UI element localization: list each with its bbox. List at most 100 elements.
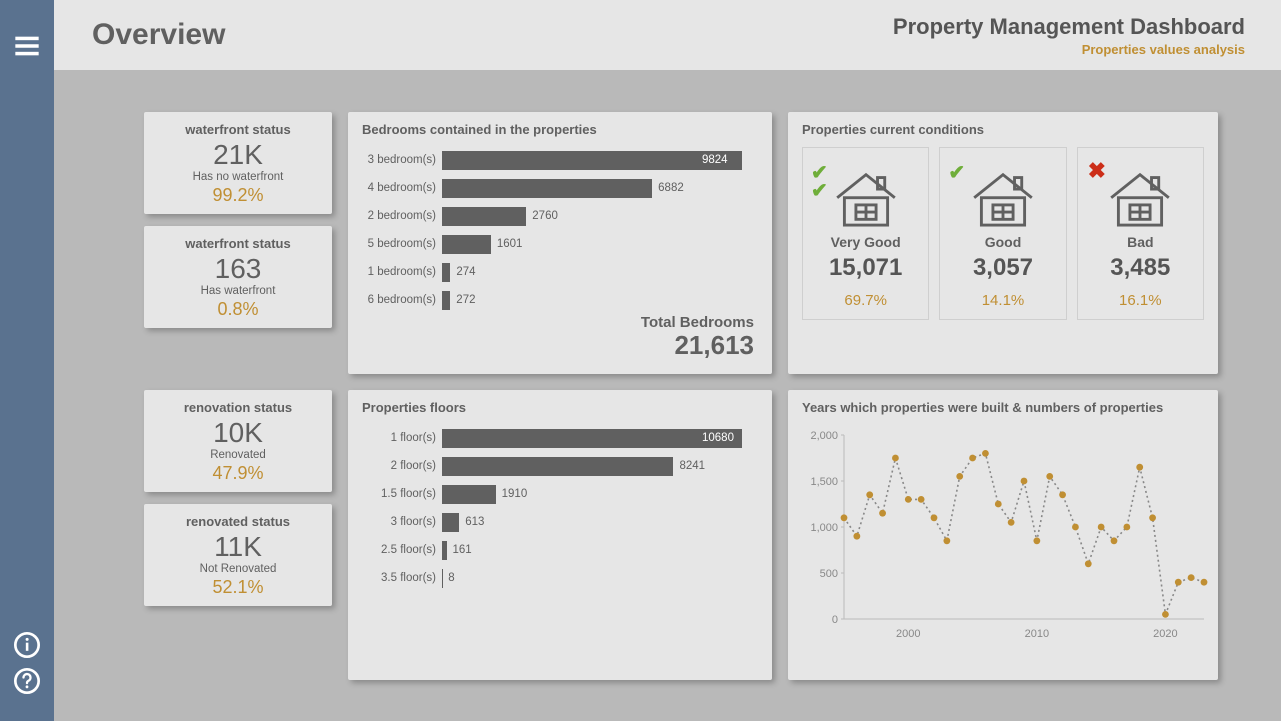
stat-card-waterfront-no: waterfront status 21K Has no waterfront … <box>144 112 332 214</box>
bar-label: 3.5 floor(s) <box>362 572 442 584</box>
bar-fill <box>442 513 459 532</box>
bar-fill <box>442 485 496 504</box>
svg-text:2000: 2000 <box>896 628 920 640</box>
bar-track: 613 <box>442 513 758 532</box>
bar-value: 161 <box>453 541 472 560</box>
bar-label: 1 floor(s) <box>362 432 442 444</box>
bar-track: 272 <box>442 291 758 310</box>
page-title: Overview <box>92 18 225 52</box>
bedrooms-bars: 3 bedroom(s)98244 bedroom(s)68822 bedroo… <box>362 147 758 313</box>
dashboard-subtitle: Properties values analysis <box>893 42 1245 57</box>
bar-track: 6882 <box>442 179 758 198</box>
conditions-card-title: Properties current conditions <box>802 122 1204 137</box>
stat-column-top: waterfront status 21K Has no waterfront … <box>144 112 332 374</box>
check-icon: ✔ <box>811 178 828 203</box>
bar-track: 1601 <box>442 235 758 254</box>
bar-label: 1.5 floor(s) <box>362 488 442 500</box>
bar-value: 6882 <box>658 179 684 198</box>
condition-icon: ✔✔ <box>807 156 924 228</box>
bar-track: 274 <box>442 263 758 282</box>
condition-label: Bad <box>1082 234 1199 250</box>
bar-value: 10680 <box>702 429 734 448</box>
bar-fill <box>442 263 450 282</box>
years-line-chart: 05001,0001,5002,000200020102020 <box>802 425 1204 647</box>
bar-value: 613 <box>465 513 484 532</box>
svg-text:0: 0 <box>832 614 838 626</box>
house-icon <box>830 166 902 228</box>
bar-value: 272 <box>456 291 475 310</box>
bar-row: 3 floor(s) 613 <box>362 509 758 535</box>
bedrooms-card-title: Bedrooms contained in the properties <box>362 122 758 137</box>
sidebar <box>0 0 54 721</box>
svg-text:2010: 2010 <box>1025 628 1049 640</box>
bedrooms-total: Total Bedrooms 21,613 <box>641 314 754 360</box>
bar-label: 2 bedroom(s) <box>362 210 442 222</box>
bar-track: 1910 <box>442 485 758 504</box>
stat-card-renovated: renovation status 10K Renovated 47.9% <box>144 390 332 492</box>
bar-value: 1601 <box>497 235 523 254</box>
bar-row: 1 floor(s) 10680 <box>362 425 758 451</box>
svg-text:2,000: 2,000 <box>810 430 838 442</box>
content: waterfront status 21K Has no waterfront … <box>54 76 1281 721</box>
bar-value: 9824 <box>702 151 728 170</box>
svg-text:500: 500 <box>820 568 838 580</box>
floors-card-title: Properties floors <box>362 400 758 415</box>
bar-fill <box>442 151 742 170</box>
bar-track: 2760 <box>442 207 758 226</box>
condition-label: Very Good <box>807 234 924 250</box>
condition-label: Good <box>944 234 1061 250</box>
bar-track: 9824 <box>442 151 758 170</box>
condition-percent: 69.7% <box>807 292 924 309</box>
floors-card: Properties floors 1 floor(s) 10680 2 floor… <box>348 390 772 680</box>
bar-row: 3 bedroom(s) 9824 <box>362 147 758 173</box>
condition-card: ✔✔ Very Good 15,071 69.7% <box>802 147 929 320</box>
stat-card-not-renovated: renovated status 11K Not Renovated 52.1% <box>144 504 332 606</box>
info-icon[interactable] <box>13 631 41 659</box>
bedrooms-card: Bedrooms contained in the properties 3 b… <box>348 112 772 374</box>
bar-label: 6 bedroom(s) <box>362 294 442 306</box>
bar-fill <box>442 179 652 198</box>
bar-label: 3 bedroom(s) <box>362 154 442 166</box>
condition-value: 15,071 <box>807 254 924 282</box>
bar-row: 4 bedroom(s)6882 <box>362 175 758 201</box>
condition-icon: ✔ <box>944 156 1061 228</box>
conditions-row: ✔✔Very Good15,07169.7%✔Good3,05714.1%✖Ba… <box>802 147 1204 320</box>
bar-label: 2 floor(s) <box>362 460 442 472</box>
bar-row: 2.5 floor(s)161 <box>362 537 758 563</box>
bar-label: 3 floor(s) <box>362 516 442 528</box>
bar-label: 1 bedroom(s) <box>362 266 442 278</box>
bar-value: 1910 <box>502 485 528 504</box>
x-icon: ✖ <box>1088 158 1106 184</box>
help-icon[interactable] <box>13 667 41 695</box>
condition-value: 3,057 <box>944 254 1061 282</box>
bar-label: 5 bedroom(s) <box>362 238 442 250</box>
condition-value: 3,485 <box>1082 254 1199 282</box>
bar-fill <box>442 207 526 226</box>
condition-percent: 16.1% <box>1082 292 1199 309</box>
hamburger-icon[interactable] <box>13 32 41 60</box>
house-icon <box>967 166 1039 228</box>
bar-row: 2 bedroom(s) 2760 <box>362 203 758 229</box>
years-card-title: Years which properties were built & numb… <box>802 400 1204 415</box>
bar-value: 274 <box>456 263 475 282</box>
stat-card-waterfront-yes: waterfront status 163 Has waterfront 0.8… <box>144 226 332 328</box>
header: Overview Property Management Dashboard P… <box>54 0 1281 73</box>
bar-fill <box>442 457 673 476</box>
bar-value: 8241 <box>679 457 705 476</box>
bar-fill <box>442 541 447 560</box>
bar-row: 6 bedroom(s) 272 <box>362 287 758 313</box>
house-icon <box>1104 166 1176 228</box>
bar-track: 10680 <box>442 429 758 448</box>
floors-bars: 1 floor(s) 10680 2 floor(s) 8241 1.5 floor(s… <box>362 425 758 591</box>
check-icon: ✔ <box>948 160 965 185</box>
header-right: Property Management Dashboard Properties… <box>893 14 1245 57</box>
svg-text:1,000: 1,000 <box>810 522 838 534</box>
stat-column-bottom: renovation status 10K Renovated 47.9% re… <box>144 390 332 680</box>
bar-track: 161 <box>442 541 758 560</box>
bar-row: 3.5 floor(s)8 <box>362 565 758 591</box>
condition-card: ✖ Bad 3,485 16.1% <box>1077 147 1204 320</box>
conditions-card: Properties current conditions ✔✔Very Goo… <box>788 112 1218 374</box>
dashboard-title: Property Management Dashboard <box>893 14 1245 40</box>
bar-value: 2760 <box>532 207 558 226</box>
bar-fill <box>442 291 450 310</box>
